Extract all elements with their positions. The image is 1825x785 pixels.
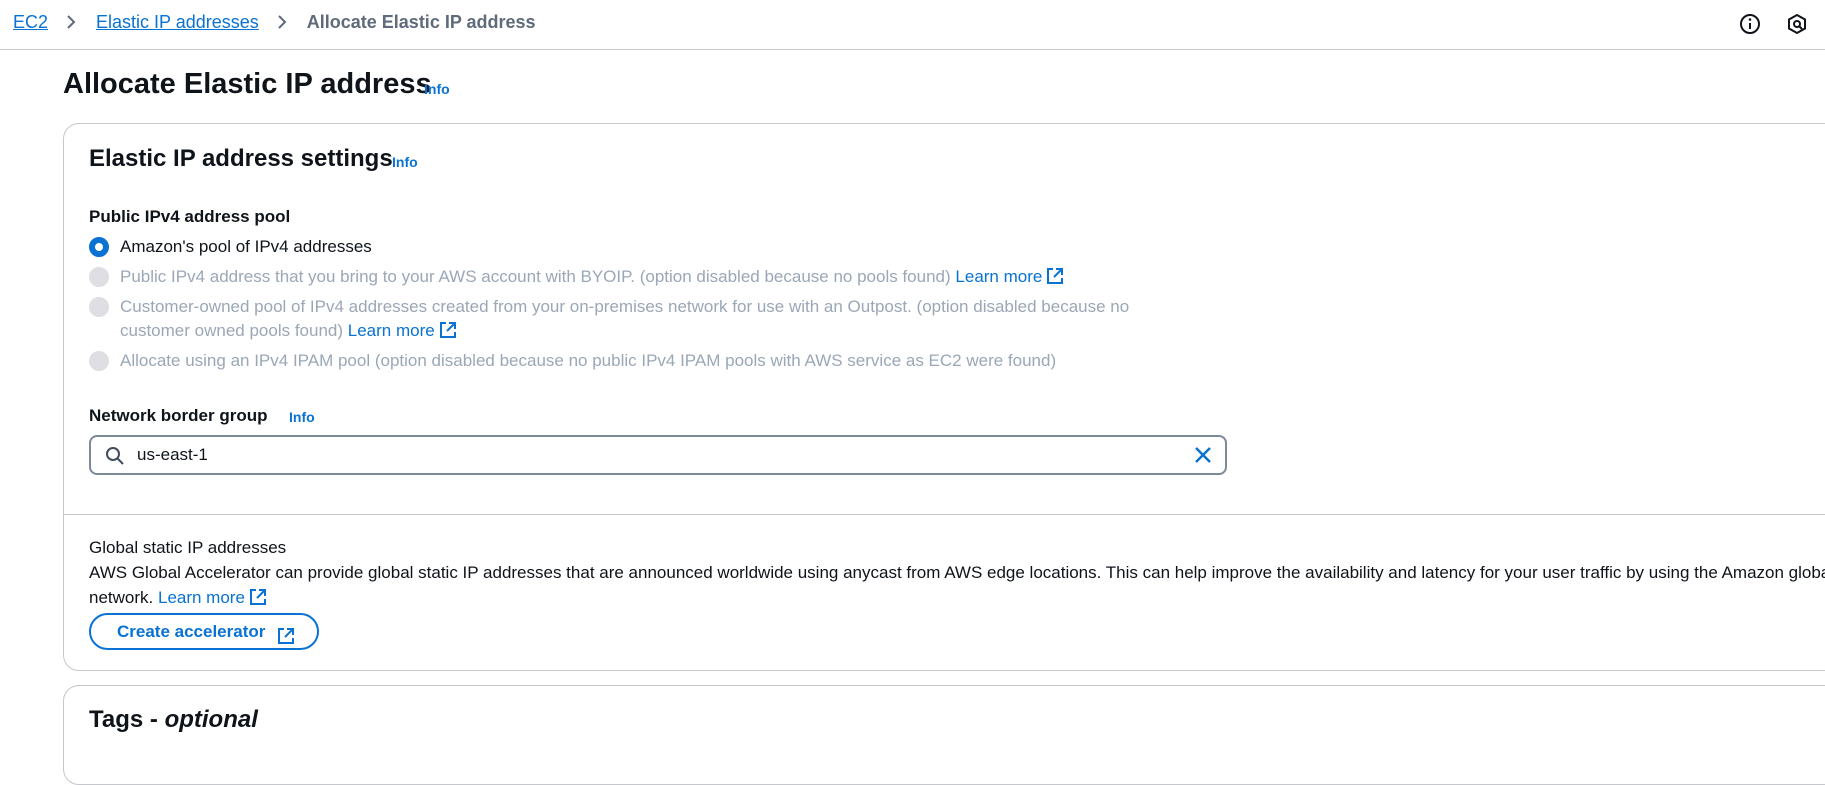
notifications-icon[interactable] [1785,12,1809,36]
external-link-icon [277,623,295,644]
radio-option-label: Allocate using an IPv4 IPAM pool (option… [120,351,1057,370]
radio-option-label: Public IPv4 address that you bring to yo… [120,267,951,286]
section-title: Elastic IP address settings [89,145,393,172]
create-accelerator-button[interactable]: Create accelerator [89,613,320,650]
chevron-right-icon [270,11,296,33]
breadcrumb-elastic-ip-link[interactable]: Elastic IP addresses [96,11,259,33]
create-accelerator-label: Create accelerator [117,622,266,641]
network-border-group-value: us-east-1 [137,445,208,464]
network-border-group-label: Network border group [89,406,268,425]
close-icon[interactable] [1193,445,1213,470]
chevron-right-icon [59,11,85,33]
section-divider [64,514,1825,515]
learn-more-link[interactable]: Learn more [348,321,457,340]
external-link-icon [439,321,457,339]
radio-button-disabled [89,297,109,317]
page-title: Allocate Elastic IP address [63,68,432,100]
global-static-heading: Global static IP addresses [89,538,287,557]
network-border-group-info-link[interactable]: Info [289,409,315,425]
network-border-group-input[interactable]: us-east-1 [89,435,1227,475]
global-static-description: AWS Global Accelerator can provide globa… [89,560,1825,610]
radio-option-label: Amazon's pool of IPv4 addresses [120,237,372,256]
page-info-link[interactable]: Info [424,81,450,97]
learn-more-link[interactable]: Learn more [158,588,267,607]
info-circle-icon[interactable] [1738,12,1762,36]
tags-section-title: Tags - optional [89,705,258,735]
search-icon [105,446,125,471]
learn-more-label: Learn more [157,588,245,607]
pool-label: Public IPv4 address pool [89,207,291,226]
radio-option-label: Customer-owned pool of IPv4 addresses cr… [120,297,1130,340]
learn-more-label: Learn more [955,267,1043,286]
radio-option-byoip: Public IPv4 address that you bring to yo… [89,265,1064,289]
learn-more-label: Learn more [347,321,435,340]
radio-option-customer-owned: Customer-owned pool of IPv4 addresses cr… [89,295,1209,343]
radio-button-disabled [89,351,109,371]
external-link-icon [249,588,267,606]
external-link-icon [1046,267,1064,285]
global-static-description-text: AWS Global Accelerator can provide globa… [89,563,1825,607]
radio-button-selected[interactable] [89,237,109,257]
radio-option-ipam-pool: Allocate using an IPv4 IPAM pool (option… [89,349,1056,373]
breadcrumb-ec2-link[interactable]: EC2 [13,11,48,33]
radio-option-text-wrap: Public IPv4 address that you bring to yo… [120,265,1064,289]
radio-option-text-wrap: Customer-owned pool of IPv4 addresses cr… [120,295,1180,343]
breadcrumb-current: Allocate Elastic IP address [306,12,536,32]
top-navigation-bar: EC2 Elastic IP addresses Allocate Elasti… [0,0,1825,50]
tags-container [63,685,1825,785]
settings-info-link[interactable]: Info [392,154,418,170]
radio-option-amazon-pool[interactable]: Amazon's pool of IPv4 addresses [89,235,372,259]
learn-more-link[interactable]: Learn more [955,267,1064,286]
breadcrumb: EC2 Elastic IP addresses Allocate Elasti… [13,11,536,33]
radio-button-disabled [89,267,109,287]
